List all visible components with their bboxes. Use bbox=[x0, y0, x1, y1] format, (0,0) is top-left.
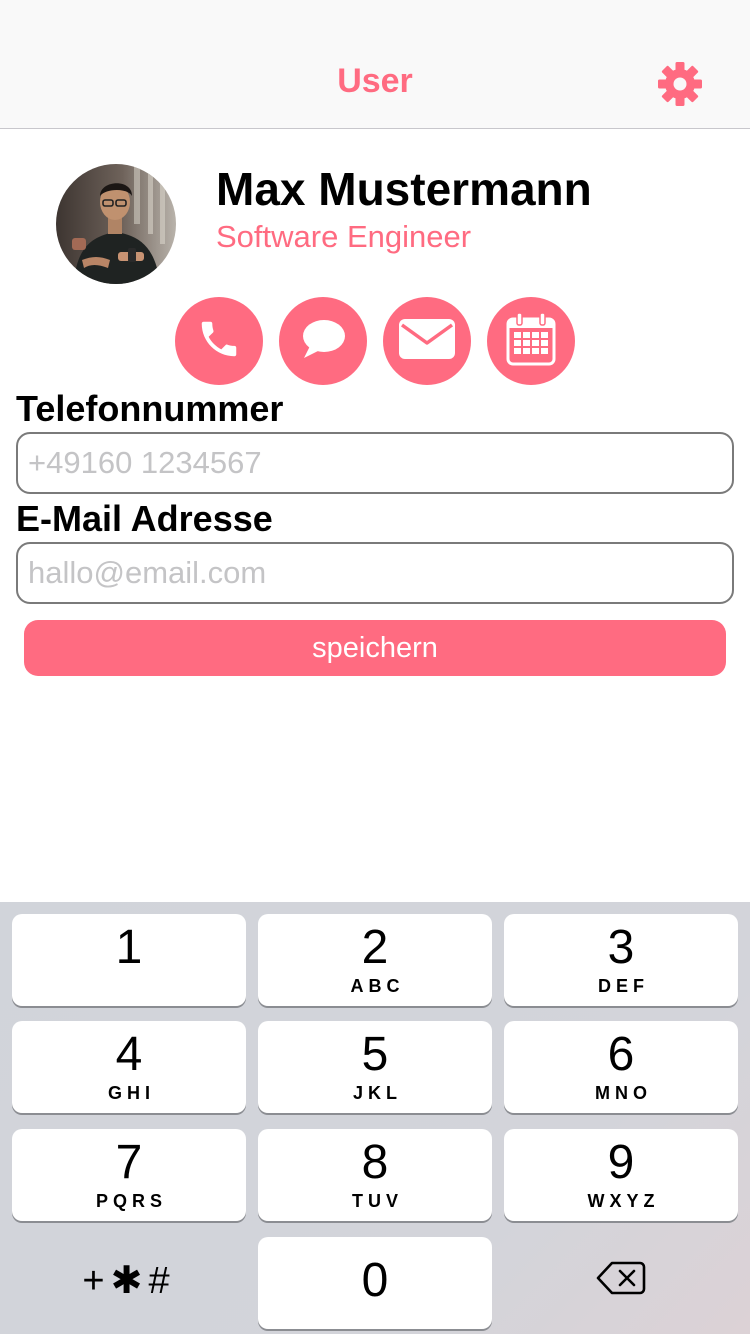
key-letters: ABC bbox=[350, 976, 405, 996]
profile-role: Software Engineer bbox=[216, 219, 472, 254]
avatar bbox=[56, 164, 176, 284]
key-letters: JKL bbox=[352, 1083, 402, 1103]
gear-icon[interactable] bbox=[656, 60, 704, 108]
key-letters: GHI bbox=[107, 1083, 155, 1103]
key-letters: PQRS bbox=[95, 1191, 167, 1211]
key-4[interactable]: 4 GHI bbox=[12, 1021, 246, 1113]
key-digit: 3 bbox=[607, 921, 635, 974]
message-icon bbox=[298, 316, 348, 367]
key-2[interactable]: 2 ABC bbox=[258, 914, 492, 1006]
phone-label: Telefonnummer bbox=[16, 388, 284, 429]
key-1[interactable]: 1 bbox=[12, 914, 246, 1006]
call-button[interactable] bbox=[175, 297, 263, 385]
key-letters: TUV bbox=[352, 1191, 403, 1211]
mail-icon bbox=[398, 317, 456, 366]
backspace-icon bbox=[596, 1260, 646, 1301]
email-input[interactable] bbox=[16, 542, 734, 604]
key-digit: 0 bbox=[361, 1254, 389, 1307]
mail-button[interactable] bbox=[383, 297, 471, 385]
key-7[interactable]: 7 PQRS bbox=[12, 1129, 246, 1221]
key-digit: 6 bbox=[607, 1028, 635, 1081]
profile-name: Max Mustermann bbox=[216, 163, 592, 215]
message-button[interactable] bbox=[279, 297, 367, 385]
key-digit: 1 bbox=[115, 921, 143, 974]
calendar-icon bbox=[506, 311, 556, 371]
key-letters: DEF bbox=[598, 976, 649, 996]
save-button[interactable]: speichern bbox=[24, 620, 726, 676]
delete-key[interactable] bbox=[504, 1240, 738, 1320]
symbols-key[interactable]: +✱# bbox=[12, 1240, 246, 1320]
key-digit: 8 bbox=[361, 1136, 389, 1189]
key-digit: 7 bbox=[115, 1136, 143, 1189]
key-letters: MNO bbox=[595, 1083, 652, 1103]
key-3[interactable]: 3 DEF bbox=[504, 914, 738, 1006]
email-label: E-Mail Adresse bbox=[16, 498, 273, 539]
nav-title: User bbox=[337, 62, 413, 100]
key-8[interactable]: 8 TUV bbox=[258, 1129, 492, 1221]
key-6[interactable]: 6 MNO bbox=[504, 1021, 738, 1113]
phone-input[interactable] bbox=[16, 432, 734, 494]
navigation-bar: User bbox=[0, 0, 750, 129]
key-digit: 4 bbox=[115, 1028, 143, 1081]
phone-icon bbox=[196, 316, 242, 367]
key-0[interactable]: 0 bbox=[258, 1237, 492, 1329]
key-letters: WXYZ bbox=[587, 1191, 660, 1211]
calendar-button[interactable] bbox=[487, 297, 575, 385]
key-9[interactable]: 9 WXYZ bbox=[504, 1129, 738, 1221]
key-digit: 2 bbox=[361, 921, 389, 974]
key-digit: 5 bbox=[361, 1028, 389, 1081]
key-5[interactable]: 5 JKL bbox=[258, 1021, 492, 1113]
key-digit: 9 bbox=[607, 1136, 635, 1189]
